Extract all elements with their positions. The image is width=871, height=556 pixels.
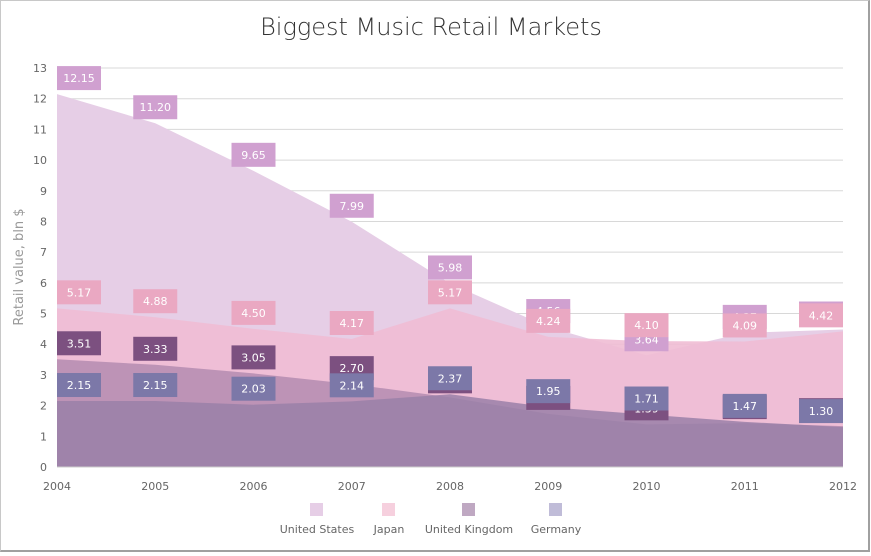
- legend-item-united-states[interactable]: United States: [280, 503, 355, 536]
- data-label: 1.30: [799, 399, 843, 424]
- data-label-text: 5.17: [67, 286, 92, 299]
- chart-svg: Biggest Music Retail Markets 01234567891…: [12, 13, 857, 536]
- x-tick-label: 2004: [43, 480, 71, 493]
- data-label: 7.99: [329, 193, 374, 218]
- data-label-text: 3.51: [67, 337, 92, 350]
- data-label: 4.42: [799, 303, 843, 328]
- data-label: 11.20: [133, 95, 178, 120]
- data-label-text: 3.33: [143, 343, 168, 356]
- data-label-text: 4.10: [634, 319, 659, 332]
- data-label: 4.24: [526, 308, 571, 333]
- data-label-text: 2.15: [143, 379, 168, 392]
- y-tick-label: 11: [33, 123, 47, 136]
- x-tick-label: 2005: [141, 480, 169, 493]
- data-label-text: 2.37: [438, 372, 463, 385]
- data-label: 4.10: [624, 313, 669, 338]
- legend-swatch: [549, 503, 562, 516]
- data-label-text: 12.15: [63, 72, 95, 85]
- data-label: 2.15: [57, 373, 101, 398]
- y-tick-label: 6: [40, 277, 47, 290]
- data-label: 4.88: [133, 289, 178, 314]
- data-label-text: 9.65: [241, 149, 266, 162]
- data-label: 12.15: [57, 66, 101, 91]
- data-label-text: 4.88: [143, 295, 168, 308]
- data-label-text: 2.03: [241, 383, 266, 396]
- y-tick-label: 7: [40, 246, 47, 259]
- data-label-text: 4.50: [241, 307, 266, 320]
- data-label: 3.05: [231, 345, 276, 370]
- y-tick-label: 2: [40, 400, 47, 413]
- data-label: 1.47: [722, 393, 767, 418]
- legend-label: Germany: [531, 523, 582, 536]
- x-tick-label: 2007: [338, 480, 366, 493]
- data-label: 5.98: [428, 255, 472, 280]
- data-label: 1.95: [526, 379, 571, 404]
- chart-title: Biggest Music Retail Markets: [260, 13, 602, 41]
- data-label: 3.33: [133, 336, 178, 361]
- x-tick-label: 2008: [436, 480, 464, 493]
- x-tick-label: 2006: [240, 480, 268, 493]
- legend-item-united-kingdom[interactable]: United Kingdom: [425, 503, 513, 536]
- data-label-text: 1.47: [733, 400, 758, 413]
- y-tick-label: 8: [40, 215, 47, 228]
- y-tick-label: 0: [40, 461, 47, 474]
- data-label-text: 2.15: [67, 379, 92, 392]
- data-label-text: 11.20: [140, 101, 172, 114]
- data-label-text: 1.95: [536, 385, 561, 398]
- legend-swatch: [310, 503, 323, 516]
- legend-label: United States: [280, 523, 355, 536]
- data-label-text: 7.99: [340, 200, 365, 213]
- data-label: 4.17: [329, 311, 374, 336]
- data-label: 4.09: [722, 313, 767, 338]
- x-tick-label: 2011: [731, 480, 759, 493]
- data-label: 2.37: [428, 366, 472, 391]
- data-label: 2.15: [133, 373, 178, 398]
- data-label-text: 1.71: [634, 393, 659, 406]
- legend-label: Japan: [373, 523, 405, 536]
- y-tick-label: 13: [33, 62, 47, 75]
- data-label-text: 4.24: [536, 315, 561, 328]
- data-label: 1.71: [624, 386, 669, 411]
- data-label-text: 5.98: [438, 261, 463, 274]
- legend-label: United Kingdom: [425, 523, 513, 536]
- x-tick-label: 2010: [633, 480, 661, 493]
- x-tick-label: 2009: [534, 480, 562, 493]
- chart-frame: Biggest Music Retail Markets 01234567891…: [0, 0, 870, 552]
- y-tick-label: 3: [40, 369, 47, 382]
- y-tick-label: 10: [33, 154, 47, 167]
- data-label-text: 2.14: [340, 379, 365, 392]
- data-label-text: 4.42: [809, 309, 834, 322]
- data-label-text: 3.05: [241, 351, 266, 364]
- y-tick-label: 9: [40, 185, 47, 198]
- data-label: 3.51: [57, 331, 101, 356]
- legend-item-japan[interactable]: Japan: [373, 503, 405, 536]
- legend-swatch: [462, 503, 475, 516]
- data-label: 2.03: [231, 376, 276, 401]
- data-label-text: 4.09: [733, 319, 758, 332]
- x-tick-label: 2012: [829, 480, 857, 493]
- data-label-text: 4.17: [340, 317, 365, 330]
- y-tick-label: 12: [33, 93, 47, 106]
- data-label-text: 2.70: [340, 362, 365, 375]
- y-tick-label: 4: [40, 338, 47, 351]
- data-label: 9.65: [231, 142, 276, 167]
- y-tick-label: 5: [40, 308, 47, 321]
- data-label: 2.14: [329, 373, 374, 398]
- data-label: 5.17: [428, 280, 472, 305]
- y-axis-label: Retail value, bln $: [12, 208, 27, 325]
- data-label: 5.17: [57, 280, 101, 305]
- y-tick-label: 1: [40, 430, 47, 443]
- data-label-text: 5.17: [438, 286, 463, 299]
- legend-swatch: [382, 503, 395, 516]
- data-label-text: 1.30: [809, 405, 834, 418]
- legend-item-germany[interactable]: Germany: [531, 503, 582, 536]
- data-label: 4.50: [231, 300, 276, 325]
